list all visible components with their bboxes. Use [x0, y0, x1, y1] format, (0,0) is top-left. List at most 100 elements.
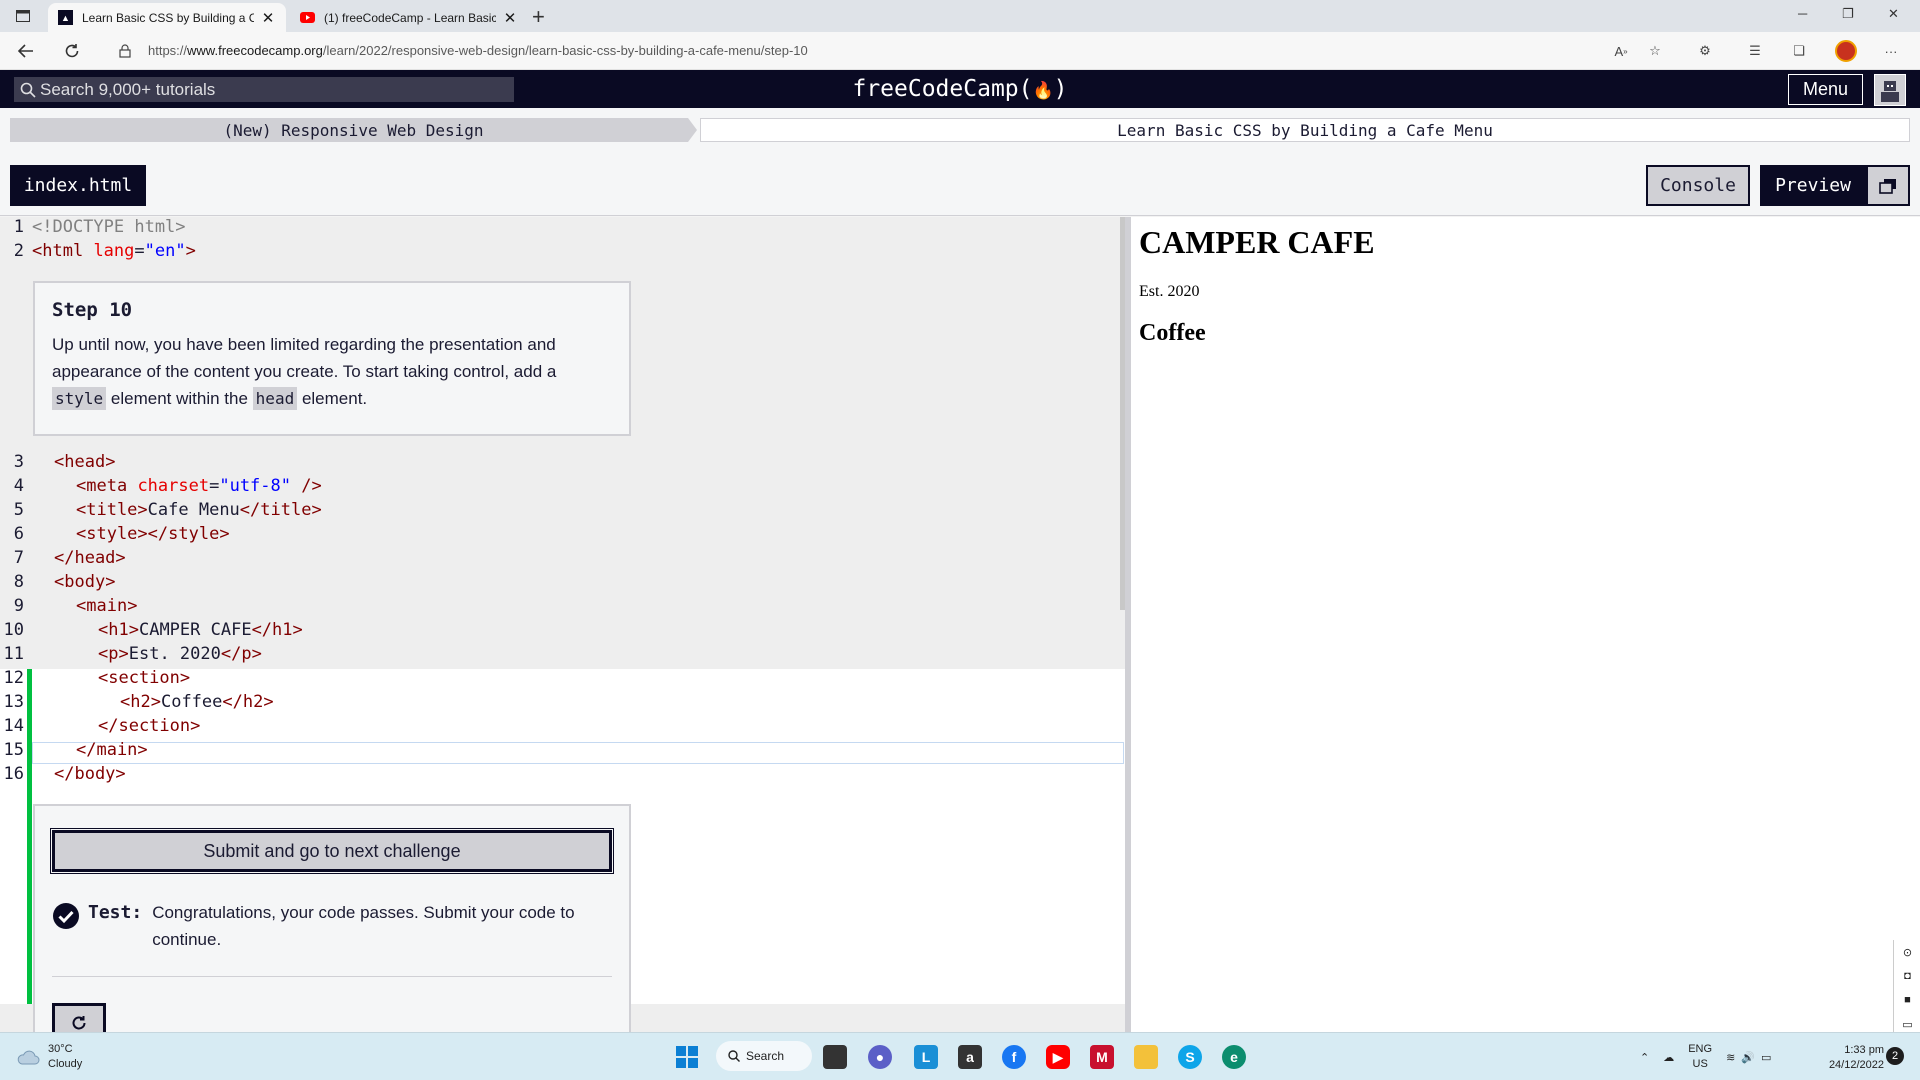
fcc-navbar: Search 9,000+ tutorials freeCodeCamp(🔥) … — [0, 70, 1920, 108]
battery-icon[interactable]: ▭ — [1761, 1051, 1771, 1064]
collections-icon[interactable]: ❏ — [1790, 42, 1808, 60]
screenshot-more-icon[interactable]: ⊙ — [1894, 940, 1920, 964]
line-number: 11 — [3, 644, 24, 664]
console-button[interactable]: Console — [1646, 165, 1750, 206]
start-icon[interactable] — [675, 1045, 699, 1069]
code-line-3: <head> — [54, 452, 116, 472]
preview-pane[interactable]: CAMPER CAFE Est. 2020 Coffee — [1131, 217, 1920, 1032]
extensions-icon[interactable]: ⚙ — [1696, 42, 1714, 60]
preview-button[interactable]: Preview — [1760, 165, 1866, 206]
line-number: 10 — [3, 620, 24, 640]
menu-button[interactable]: Menu — [1788, 74, 1863, 105]
line-number: 2 — [13, 241, 24, 261]
refresh-icon[interactable] — [62, 41, 82, 61]
breadcrumb-superblock[interactable]: (New) Responsive Web Design — [10, 118, 697, 142]
line-number: 3 — [13, 452, 24, 472]
line-number: 15 — [3, 740, 24, 760]
wifi-icon[interactable]: ≋ — [1726, 1051, 1735, 1064]
test-result: Test: Congratulations, your code passes.… — [52, 902, 612, 953]
step-instructions: Up until now, you have been limited rega… — [52, 335, 557, 410]
line-number: 9 — [13, 596, 24, 616]
back-icon[interactable] — [16, 41, 36, 61]
file-tab-index-html[interactable]: index.html — [10, 165, 146, 206]
breadcrumb-block[interactable]: Learn Basic CSS by Building a Cafe Menu — [700, 118, 1910, 142]
favorites-icon[interactable]: ☰ — [1746, 42, 1764, 60]
profile-avatar[interactable] — [1835, 40, 1857, 62]
tab-title: Learn Basic CSS by Building a Ca — [82, 10, 254, 25]
inline-code-head: head — [252, 387, 298, 410]
mcafee-icon[interactable]: M — [1090, 1045, 1114, 1069]
code-line-16: </body> — [54, 764, 126, 784]
freecodecamp-favicon-icon: ▲ — [58, 10, 73, 25]
onedrive-icon[interactable]: ☁ — [1663, 1051, 1674, 1064]
close-tab-icon[interactable]: ✕ — [502, 9, 518, 27]
amazon-icon[interactable]: a — [958, 1045, 982, 1069]
browser-tab-youtube[interactable]: (1) freeCodeCamp - Learn Basic C ✕ — [290, 3, 528, 32]
restore-icon[interactable]: ❐ — [1842, 6, 1854, 22]
divider — [52, 976, 612, 977]
weather-widget[interactable]: 30°C Cloudy — [16, 1042, 82, 1072]
preview-subheading: Coffee — [1139, 320, 1206, 346]
add-favorite-icon[interactable]: ☆ — [1646, 42, 1664, 60]
clock[interactable]: 1:33 pm 24/12/2022 — [1810, 1043, 1884, 1073]
browser-tab-fcc[interactable]: ▲ Learn Basic CSS by Building a Ca ✕ — [48, 3, 286, 32]
new-tab-icon[interactable]: + — [532, 4, 545, 30]
tab-actions-icon[interactable] — [12, 6, 34, 26]
facebook-icon[interactable]: f — [1002, 1045, 1026, 1069]
user-avatar[interactable] — [1874, 74, 1906, 106]
line-number: 7 — [13, 548, 24, 568]
read-aloud-icon[interactable]: A» — [1612, 42, 1630, 60]
popout-preview-button[interactable] — [1866, 165, 1910, 206]
more-icon[interactable]: ··· — [1882, 42, 1900, 60]
code-line-4: <meta charset="utf-8" /> — [76, 476, 322, 496]
chevron-up-icon[interactable]: ⌃ — [1640, 1051, 1649, 1064]
edge-icon[interactable]: e — [1222, 1045, 1246, 1069]
reset-icon — [72, 1016, 86, 1030]
search-icon — [728, 1050, 740, 1062]
code-line-11: <p>Est. 2020</p> — [98, 644, 262, 664]
notification-badge[interactable]: 2 — [1886, 1047, 1904, 1065]
preview-heading: CAMPER CAFE — [1139, 224, 1375, 260]
youtube-favicon-icon — [300, 10, 315, 25]
test-results-panel: Submit and go to next challenge Test: Co… — [33, 804, 631, 1044]
editor-toolbar — [0, 154, 1920, 216]
close-tab-icon[interactable]: ✕ — [260, 9, 276, 27]
code-line-12: <section> — [98, 668, 191, 688]
step-description: Step 10 Up until now, you have been limi… — [33, 281, 631, 436]
code-line-6: <style></style> — [76, 524, 230, 544]
line-number: 4 — [13, 476, 24, 496]
line-number: 8 — [13, 572, 24, 592]
code-line-13: <h2>Coffee</h2> — [120, 692, 274, 712]
task-view-icon[interactable] — [823, 1045, 847, 1069]
submit-button[interactable]: Submit and go to next challenge — [50, 828, 614, 874]
cloud-icon — [17, 1050, 40, 1065]
step-title: Step 10 — [52, 299, 133, 321]
camera-icon[interactable]: ◘ — [1894, 964, 1920, 988]
minimize-icon[interactable]: ─ — [1798, 6, 1807, 21]
lock-icon[interactable] — [115, 41, 135, 61]
close-window-icon[interactable]: ✕ — [1888, 6, 1899, 22]
language-indicator[interactable]: ENG US — [1688, 1042, 1712, 1072]
app-l-icon[interactable]: L — [914, 1045, 938, 1069]
code-line-1: <!DOCTYPE html> — [32, 217, 186, 237]
popout-icon — [1879, 178, 1896, 194]
file-explorer-icon[interactable] — [1134, 1045, 1158, 1069]
skype-icon[interactable]: S — [1178, 1045, 1202, 1069]
flame-icon: 🔥 — [1032, 81, 1054, 100]
teams-chat-icon[interactable]: ● — [868, 1045, 892, 1069]
cursor-line-highlight — [32, 742, 1124, 764]
video-icon[interactable]: ■ — [1894, 988, 1920, 1012]
line-number: 1 — [13, 217, 24, 237]
check-circle-icon — [53, 903, 79, 929]
youtube-icon[interactable]: ▶ — [1046, 1045, 1070, 1069]
code-line-15: </main> — [76, 740, 148, 760]
fcc-logo[interactable]: freeCodeCamp(🔥) — [0, 75, 1920, 102]
inline-code-style: style — [52, 387, 107, 410]
code-line-7: </head> — [54, 548, 126, 568]
url-field[interactable]: https://www.freecodecamp.org/learn/2022/… — [148, 43, 808, 58]
preview-paragraph: Est. 2020 — [1139, 283, 1200, 300]
line-number: 13 — [3, 692, 24, 712]
taskbar-search[interactable]: Search — [716, 1041, 812, 1071]
system-tray: ⌃ ☁ ENG US ≋ 🔊 ▭ — [1640, 1041, 1771, 1073]
volume-icon[interactable]: 🔊 — [1741, 1051, 1755, 1064]
